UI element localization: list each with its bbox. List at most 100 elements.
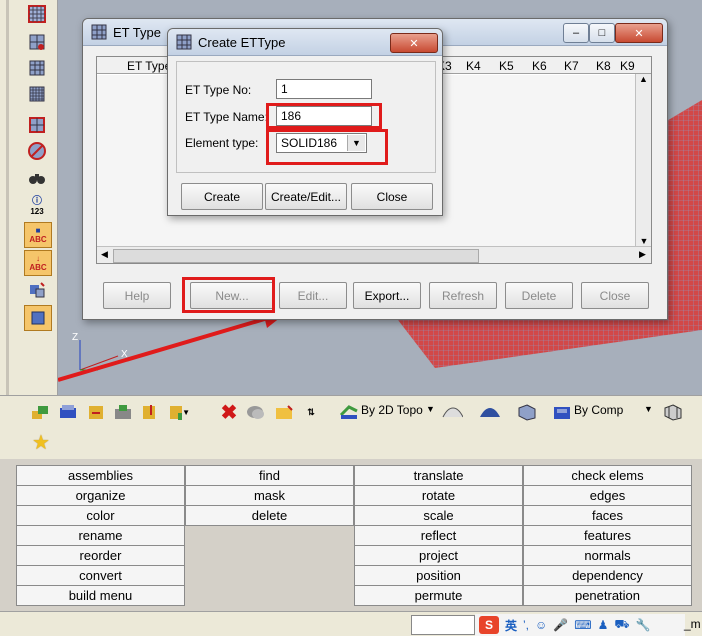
menu-assemblies[interactable]: assemblies [16, 465, 185, 486]
et-type-no-label: ET Type No: [185, 83, 252, 97]
menu-reorder[interactable]: reorder [16, 545, 185, 566]
axis-z-label: Z [72, 332, 78, 343]
col-k8[interactable]: K8 [596, 59, 611, 73]
edit-button[interactable]: Edit... [279, 282, 347, 309]
favorite-star-icon[interactable]: ★ [30, 431, 52, 454]
shape-select-icon[interactable] [24, 305, 52, 331]
wrench-icon[interactable]: 🔧 [635, 618, 650, 632]
menu-check-elems[interactable]: check elems [523, 465, 692, 486]
menu-mask[interactable]: mask [185, 485, 354, 506]
menu-organize[interactable]: organize [16, 485, 185, 506]
topo-select[interactable]: By 2D Topo [361, 403, 423, 417]
menu-position[interactable]: position [354, 565, 523, 586]
vertical-scrollbar[interactable]: ▲ ▼ [635, 74, 651, 246]
col-k6[interactable]: K6 [532, 59, 547, 73]
menu-find[interactable]: find [185, 465, 354, 486]
material-icon[interactable] [112, 401, 134, 423]
col-et-type[interactable]: ET Type [127, 59, 171, 73]
ime-lang-label[interactable]: 英 [505, 617, 517, 634]
main-toolbar: ▼ ✖ ⇅ By 2D Topo ▼ By Comp ▼ ★ [0, 395, 702, 459]
mesh-split-icon[interactable] [24, 56, 50, 80]
col-k4[interactable]: K4 [466, 59, 481, 73]
create-edit-button[interactable]: Create/Edit... [265, 183, 347, 210]
close-dialog-button[interactable]: ✕ [390, 33, 438, 53]
grid-icon [176, 34, 192, 50]
folder-icon[interactable] [273, 401, 295, 423]
solid-surface-icon[interactable] [478, 401, 500, 423]
export-button[interactable]: Export... [353, 282, 421, 309]
emoji-icon[interactable]: ☺ [535, 618, 547, 632]
mesh-refine-icon[interactable] [24, 82, 50, 106]
surface-icon[interactable] [441, 401, 463, 423]
menu-project[interactable]: project [354, 545, 523, 566]
menu-rename[interactable]: rename [16, 525, 185, 546]
toolbar-grip[interactable] [6, 0, 9, 395]
menu-build-menu[interactable]: build menu [16, 585, 185, 606]
delete-button[interactable]: Delete [505, 282, 573, 309]
mesh-edit-icon[interactable] [24, 30, 50, 54]
refresh-button[interactable]: Refresh [429, 282, 497, 309]
keyboard-icon[interactable]: ⌨ [574, 618, 591, 632]
label-abc-icon[interactable]: ■ ABC [24, 222, 52, 248]
mask-icon[interactable] [245, 401, 267, 423]
user-icon[interactable]: ♟ [598, 618, 609, 632]
component-icon[interactable] [57, 401, 79, 423]
delete-x-icon[interactable]: ✖ [218, 401, 240, 424]
menu-penetration[interactable]: penetration [523, 585, 692, 606]
punctuation-icon[interactable]: ’, [523, 618, 529, 632]
menu-dependency[interactable]: dependency [523, 565, 692, 586]
assembly-icon[interactable] [30, 401, 52, 423]
set-icon[interactable]: ▼ [168, 401, 190, 423]
no-mesh-icon[interactable] [24, 139, 50, 163]
property-icon[interactable] [85, 401, 107, 423]
element-grid-icon[interactable] [24, 2, 50, 26]
binoculars-icon[interactable] [24, 166, 50, 190]
topo-mode-icon[interactable] [338, 401, 360, 423]
menu-reflect[interactable]: reflect [354, 525, 523, 546]
menu-edges[interactable]: edges [523, 485, 692, 506]
cube-icon[interactable] [516, 401, 538, 423]
et-type-title: ET Type [113, 24, 161, 40]
minimize-button[interactable]: – [563, 23, 589, 43]
col-k7[interactable]: K7 [564, 59, 579, 73]
comp-color-icon[interactable] [551, 401, 573, 423]
shirt-icon[interactable]: ⛟ [614, 617, 629, 633]
ime-toolbar: S 英 ’, ☺ 🎤 ⌨ ♟ ⛟ 🔧 [475, 614, 685, 636]
menu-normals[interactable]: normals [523, 545, 692, 566]
comp-chevron-icon[interactable]: ▼ [644, 404, 653, 414]
left-toolbar: ⓘ 123 ■ ABC ↓ ABC [0, 0, 58, 395]
load-collector-icon[interactable] [140, 401, 162, 423]
renumber-icon[interactable]: ⇅ [300, 401, 322, 423]
element-type-label: Element type: [185, 136, 259, 150]
et-type-no-field[interactable]: 1 [276, 79, 372, 99]
menu-translate[interactable]: translate [354, 465, 523, 486]
dialog-close-button[interactable]: Close [351, 183, 433, 210]
menu-rotate[interactable]: rotate [354, 485, 523, 506]
label-abc-down-icon[interactable]: ↓ ABC [24, 250, 52, 276]
maximize-button[interactable]: □ [589, 23, 615, 43]
menu-scale[interactable]: scale [354, 505, 523, 526]
menu-convert[interactable]: convert [16, 565, 185, 586]
create-button[interactable]: Create [181, 183, 263, 210]
microphone-icon[interactable]: 🎤 [553, 618, 568, 632]
close-button[interactable]: Close [581, 282, 649, 309]
menu-color[interactable]: color [16, 505, 185, 526]
shaded-cube-icon[interactable] [662, 401, 684, 423]
horizontal-scrollbar[interactable]: ◀ ▶ [97, 246, 651, 263]
col-k5[interactable]: K5 [499, 59, 514, 73]
col-k9[interactable]: K9 [620, 59, 635, 73]
mesh-quality-icon[interactable] [24, 113, 50, 137]
close-window-button[interactable]: ✕ [615, 23, 663, 43]
status-trailing-text: _m [684, 617, 701, 631]
comp-select[interactable]: By Comp [574, 403, 623, 417]
transform-icon[interactable] [24, 278, 50, 302]
label-abc-text: ABC [29, 235, 47, 244]
topo-chevron-icon[interactable]: ▼ [426, 404, 435, 414]
menu-permute[interactable]: permute [354, 585, 523, 606]
menu-faces[interactable]: faces [523, 505, 692, 526]
menu-features[interactable]: features [523, 525, 692, 546]
menu-delete[interactable]: delete [185, 505, 354, 526]
info-icon[interactable]: ⓘ 123 [24, 192, 50, 216]
help-button[interactable]: Help [103, 282, 171, 309]
sogou-icon[interactable]: S [479, 616, 499, 634]
